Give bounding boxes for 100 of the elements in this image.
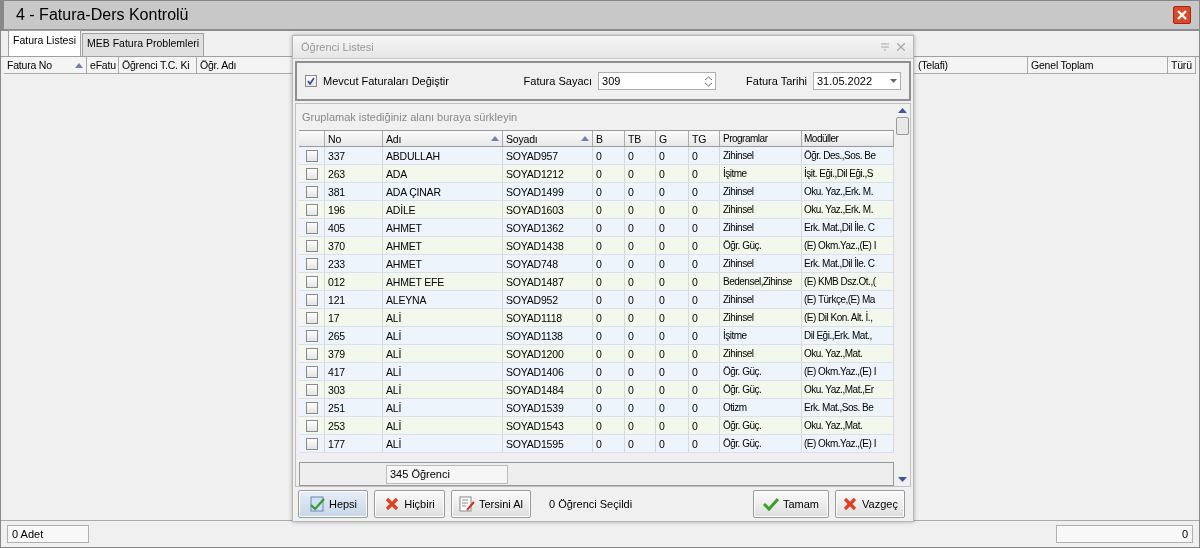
table-cell: İşit. Eği.,Dil Eği.,S — [802, 165, 894, 182]
select-none-button[interactable]: Hiçbiri — [374, 490, 445, 518]
table-cell: Oku. Yaz.,Mat.,Er — [802, 381, 894, 398]
table-cell: 0 — [689, 345, 720, 362]
table-cell: ABDULLAH — [383, 147, 503, 164]
checkmark-icon — [762, 496, 779, 512]
cancel-button[interactable]: Vazgeç — [835, 490, 905, 518]
sort-arrow-icon — [491, 136, 499, 141]
date-field[interactable]: 31.05.2022 — [813, 72, 901, 90]
column-header[interactable]: Soyadı — [503, 131, 593, 146]
checkbox[interactable] — [305, 275, 318, 288]
column-header[interactable]: Türü — [1168, 57, 1196, 73]
table-cell: 0 — [689, 399, 720, 416]
table-cell: Oku. Yaz.,Erk. M. — [802, 183, 894, 200]
column-header[interactable]: Fatura No — [4, 57, 87, 73]
checkbox[interactable] — [305, 75, 317, 87]
table-cell: 233 — [325, 255, 383, 272]
checkbox[interactable] — [305, 257, 318, 270]
table-cell: 0 — [625, 435, 656, 452]
table-cell: 0 — [625, 147, 656, 164]
checkbox[interactable] — [305, 221, 318, 234]
checkbox[interactable] — [305, 347, 318, 360]
table-cell: 0 — [625, 273, 656, 290]
table-cell: 0 — [625, 165, 656, 182]
ok-button[interactable]: Tamam — [753, 490, 829, 518]
tab[interactable]: MEB Fatura Problemleri — [82, 33, 205, 56]
column-header[interactable]: No — [325, 131, 383, 146]
column-header[interactable]: TB — [625, 131, 656, 146]
table-cell: (E) Okm.Yaz.,(E) I — [802, 363, 894, 380]
column-header[interactable]: Adı — [383, 131, 503, 146]
table-cell: 0 — [625, 201, 656, 218]
spinner-arrows-icon[interactable] — [705, 75, 713, 87]
table-cell: SOYAD1138 — [503, 327, 593, 344]
checkbox[interactable] — [305, 311, 318, 324]
column-header[interactable]: Genel Toplam — [1028, 57, 1168, 73]
checkbox[interactable] — [305, 437, 318, 450]
column-header[interactable]: Öğrenci T.C. Ki — [119, 57, 197, 73]
table-cell: SOYAD1362 — [503, 219, 593, 236]
invert-selection-button[interactable]: Tersini Al — [451, 490, 531, 518]
checkbox[interactable] — [305, 419, 318, 432]
table-cell: 0 — [656, 435, 689, 452]
checkbox[interactable] — [305, 293, 318, 306]
column-header[interactable]: eFatu — [87, 57, 119, 73]
table-cell: 0 — [593, 417, 625, 434]
close-button[interactable] — [1173, 6, 1191, 24]
table-cell: SOYAD1487 — [503, 273, 593, 290]
column-header[interactable]: TG — [689, 131, 720, 146]
checkbox[interactable] — [305, 365, 318, 378]
tab[interactable]: Fatura Listesi — [8, 30, 82, 56]
column-header[interactable]: (Telafi) — [915, 57, 1028, 73]
column-header[interactable]: Programlar — [720, 131, 802, 146]
table-cell: 0 — [593, 291, 625, 308]
table-cell: SOYAD957 — [503, 147, 593, 164]
table-cell: 0 — [656, 417, 689, 434]
table-cell: 0 — [625, 345, 656, 362]
checkbox[interactable] — [305, 203, 318, 216]
scroll-up-icon[interactable] — [897, 108, 907, 113]
counter-field[interactable]: 309 — [598, 72, 717, 90]
column-header[interactable]: B — [593, 131, 625, 146]
table-cell: 0 — [656, 255, 689, 272]
table-cell: Zihinsel — [720, 201, 802, 218]
table-cell: Öğr. Güç. — [720, 363, 802, 380]
checkbox[interactable] — [305, 149, 318, 162]
checkbox[interactable] — [305, 185, 318, 198]
table-cell: 0 — [625, 327, 656, 344]
table-cell: ALEYNA — [383, 291, 503, 308]
table-cell: ALİ — [383, 345, 503, 362]
checkbox[interactable] — [305, 401, 318, 414]
table-cell: ALİ — [383, 435, 503, 452]
table-cell: Erk. Mat.,Dil İle. C — [802, 255, 894, 272]
table-cell: 303 — [325, 381, 383, 398]
table-cell: ALİ — [383, 327, 503, 344]
table-cell: Zihinsel — [720, 309, 802, 326]
column-header[interactable]: Modüller — [802, 131, 894, 146]
scrollbar-thumb[interactable] — [895, 117, 909, 135]
table-cell: 0 — [593, 273, 625, 290]
checkbox[interactable] — [305, 239, 318, 252]
table-cell: ALİ — [383, 399, 503, 416]
table-cell: Öğr. Güç. — [720, 237, 802, 254]
checkbox[interactable] — [305, 167, 318, 180]
dropdown-arrow-icon[interactable] — [890, 79, 897, 83]
column-header[interactable]: G — [656, 131, 689, 146]
table-cell: 0 — [656, 201, 689, 218]
table-cell: 379 — [325, 345, 383, 362]
scroll-down-icon[interactable] — [897, 477, 907, 482]
table-cell: 381 — [325, 183, 383, 200]
checkbox[interactable] — [305, 329, 318, 342]
table-cell: SOYAD1212 — [503, 165, 593, 182]
field-label: Fatura Sayacı — [523, 75, 593, 87]
table-cell: 337 — [325, 147, 383, 164]
window-title: 4 - Fatura-Ders Kontrolü — [16, 6, 190, 24]
checkbox[interactable] — [305, 383, 318, 396]
table-cell: 0 — [625, 291, 656, 308]
table-cell: 0 — [656, 309, 689, 326]
table-cell: 0 — [593, 345, 625, 362]
table-cell: Bedensel,Zihinse — [720, 273, 802, 290]
table-cell: ALİ — [383, 363, 503, 380]
table-cell: 0 — [625, 309, 656, 326]
select-all-button[interactable]: Hepsi — [298, 490, 368, 518]
table-cell: 0 — [593, 399, 625, 416]
